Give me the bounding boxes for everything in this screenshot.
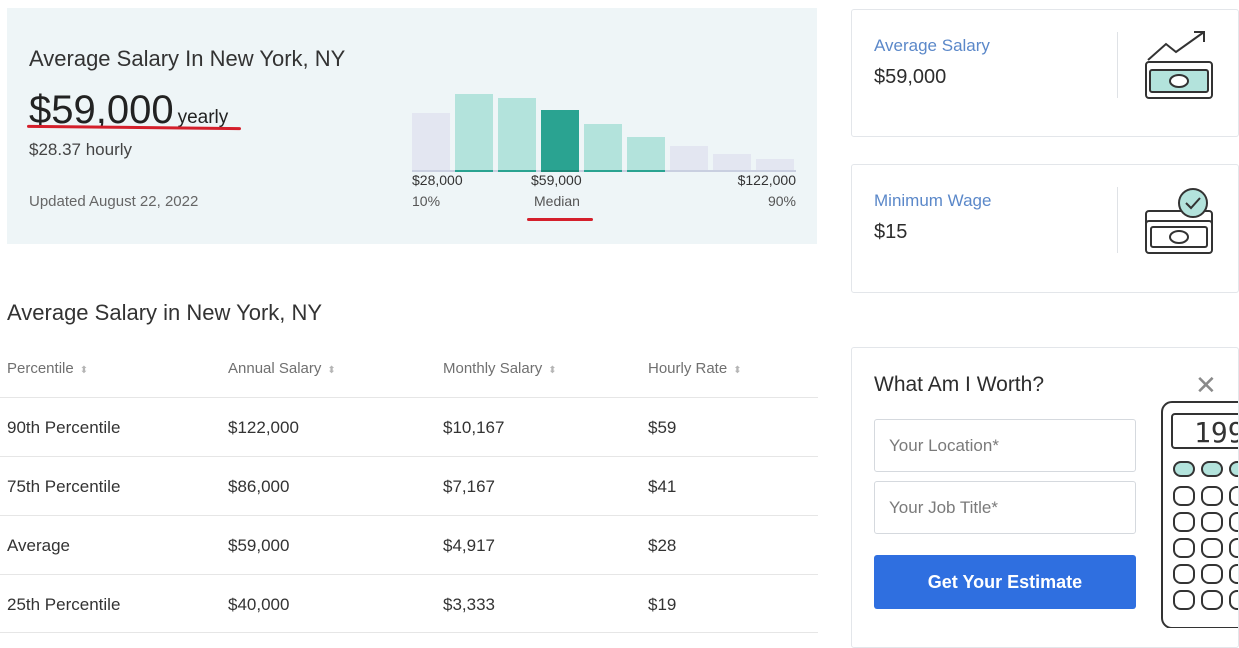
minimum-wage-value: $15 [874, 221, 908, 243]
histogram-median-value: $59,000 [531, 172, 582, 188]
close-icon[interactable]: ✕ [1195, 372, 1217, 398]
widget-title: What Am I Worth? [874, 373, 1044, 396]
table-cell: 90th Percentile [7, 418, 121, 437]
get-estimate-button[interactable]: Get Your Estimate [874, 555, 1136, 609]
column-header-monthly[interactable]: Monthly Salary ⬍ [443, 360, 557, 377]
table-cell: $122,000 [228, 418, 299, 437]
minimum-wage-label: Minimum Wage [874, 191, 992, 210]
histogram-low-label: 10% [412, 193, 441, 209]
table-cell: $40,000 [228, 595, 290, 614]
table-cell: $7,167 [443, 477, 495, 496]
column-header-annual[interactable]: Annual Salary ⬍ [228, 360, 336, 377]
histogram-bar [627, 137, 665, 172]
summary-title: Average Salary In New York, NY [29, 46, 346, 71]
table-row: 75th Percentile $86,000 $7,167 $41 [0, 456, 818, 515]
salary-estimate-widget: What Am I Worth? ✕ Get Your Estimate 199 [851, 347, 1239, 648]
table-cell: $59,000 [228, 536, 290, 555]
table-row: 25th Percentile $40,000 $3,333 $19 [0, 574, 818, 633]
table-cell: $3,333 [443, 595, 495, 614]
histogram-low-value: $28,000 [412, 172, 463, 188]
job-title-input[interactable] [874, 481, 1136, 534]
minimum-wage-card: Minimum Wage $15 [851, 164, 1239, 293]
column-header-label: Hourly Rate [648, 360, 728, 377]
column-header-label: Annual Salary [228, 360, 322, 377]
sort-icon: ⬍ [79, 365, 89, 376]
table-cell: 25th Percentile [7, 595, 121, 614]
average-salary-label: Average Salary [874, 36, 990, 55]
sort-icon: ⬍ [327, 365, 336, 376]
histogram-bar [756, 159, 794, 172]
calculator-display: 199 [1194, 416, 1239, 449]
hourly-rate: $28.37 hourly [29, 140, 133, 159]
column-header-percentile[interactable]: Percentile ⬍ [7, 360, 88, 377]
median-underline [527, 218, 593, 221]
table-row: Average $59,000 $4,917 $28 [0, 515, 818, 574]
average-salary-card: Average Salary $59,000 [851, 9, 1239, 137]
table-row: 90th Percentile $122,000 $10,167 $59 [0, 397, 818, 456]
histogram-high-value: $122,000 [737, 172, 796, 188]
money-check-icon [1145, 188, 1213, 254]
table-cell: $59 [648, 418, 677, 437]
sort-icon: ⬍ [548, 365, 557, 376]
table-cell: $19 [648, 595, 677, 614]
histogram-bar [584, 124, 622, 172]
money-growth-icon [1145, 31, 1213, 99]
histogram-bar [412, 113, 450, 172]
table-cell: Average [7, 536, 71, 555]
histogram-bar [713, 154, 751, 172]
average-salary-value: $59,000 [874, 66, 947, 88]
card-divider [1117, 32, 1118, 98]
salary-period: yearly [177, 107, 229, 128]
table-cell: $28 [648, 536, 677, 555]
column-header-label: Percentile [7, 360, 74, 377]
table-cell: $10,167 [443, 418, 505, 437]
card-divider [1117, 187, 1118, 253]
salary-summary-panel: Average Salary In New York, NY $59,000 ye… [7, 8, 817, 244]
histogram-bar [541, 110, 579, 172]
histogram-bar [498, 98, 536, 172]
histogram-bar [455, 94, 493, 172]
histogram-bar [670, 146, 708, 172]
histogram-high-label: 90% [767, 193, 796, 209]
updated-date: Updated August 22, 2022 [29, 193, 199, 210]
location-input[interactable] [874, 419, 1136, 472]
table-cell: $41 [648, 477, 677, 496]
salary-histogram [412, 68, 797, 172]
sort-icon: ⬍ [733, 365, 742, 376]
table-cell: $4,917 [443, 536, 495, 555]
column-header-label: Monthly Salary [443, 360, 543, 377]
column-header-hourly[interactable]: Hourly Rate ⬍ [648, 360, 742, 377]
calculator-icon: 199 [1161, 401, 1239, 628]
histogram-median-label: Median [534, 193, 580, 209]
table-title: Average Salary in New York, NY [7, 300, 323, 325]
table-cell: $86,000 [228, 477, 290, 496]
table-cell: 75th Percentile [7, 477, 121, 496]
